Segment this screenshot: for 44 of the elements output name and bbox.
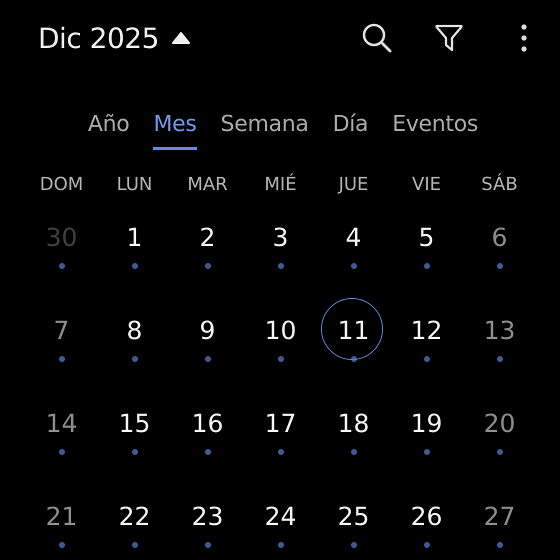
day-number[interactable]: 14 [46,408,78,440]
day-number[interactable]: 20 [484,408,516,440]
weekday-label: MIÉ [264,172,297,197]
day-number[interactable]: 3 [272,222,288,254]
view-tab[interactable]: Semana [220,110,309,150]
more-options-icon[interactable] [520,23,528,53]
day-number[interactable]: 21 [46,501,78,533]
day-number[interactable]: 17 [264,408,296,440]
day-number[interactable]: 22 [118,501,150,533]
day-number[interactable]: 12 [410,315,442,347]
day-number[interactable]: 8 [126,315,142,347]
day-number[interactable]: 24 [264,501,296,533]
weekday-label: VIE [412,173,441,197]
day-number[interactable]: 18 [338,408,370,440]
day-number[interactable]: 26 [410,501,442,533]
view-tab[interactable]: Eventos [392,110,478,150]
view-tab[interactable]: Día [332,110,368,150]
day-number[interactable]: 27 [484,501,516,533]
day-number[interactable]: 16 [192,408,224,440]
triangle-icon[interactable] [170,31,191,45]
day-number[interactable]: 5 [418,222,434,254]
day-number[interactable]: 15 [118,408,150,440]
day-number[interactable]: 25 [338,501,370,533]
day-number[interactable]: 1 [126,222,142,254]
day-number[interactable]: 4 [346,222,362,254]
day-number[interactable]: 13 [484,315,516,347]
weekday-label: DOM [40,173,84,197]
view-tab[interactable]: Año [88,110,130,150]
weekday-label: MAR [187,173,228,197]
day-number[interactable]: 9 [200,315,216,347]
day-number[interactable]: 2 [200,222,216,254]
day-number[interactable]: 23 [192,501,224,533]
day-number[interactable]: 19 [410,408,442,440]
filter-icon[interactable] [434,22,464,54]
view-tab[interactable]: Mes [153,110,197,150]
day-number[interactable]: 10 [264,315,296,347]
day-number[interactable]: 7 [54,315,70,347]
search-icon[interactable] [360,21,394,55]
weekday-label: SÁB [481,172,518,197]
weekday-label: LUN [116,173,152,197]
day-number[interactable]: 6 [492,222,508,254]
month-picker[interactable]: Dic 2025 [38,22,191,54]
weekday-label: JUE [338,173,368,197]
day-number[interactable]: 11 [338,315,370,347]
